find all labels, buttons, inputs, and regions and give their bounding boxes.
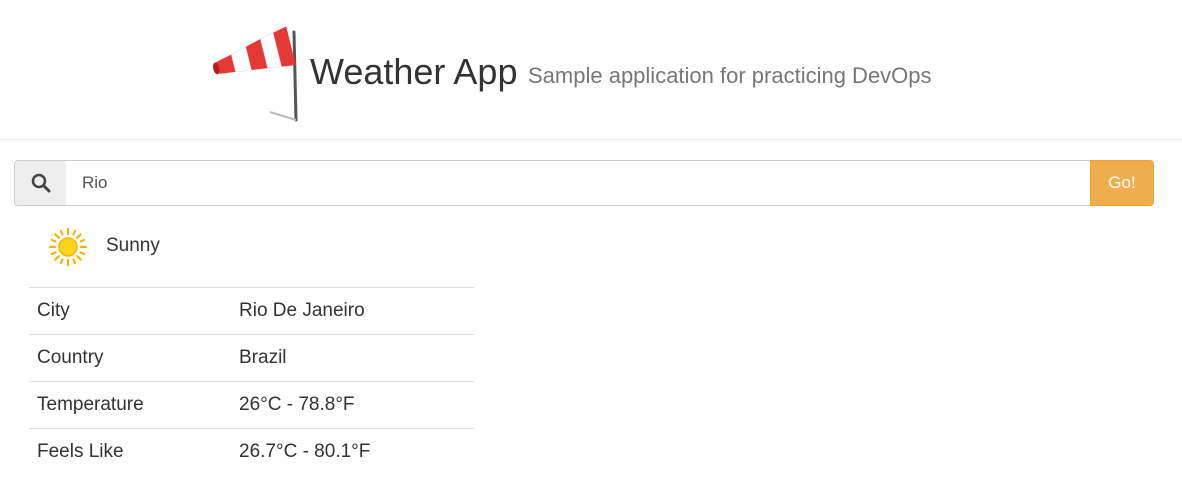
- table-row: City Rio De Janeiro: [29, 287, 474, 335]
- condition-label: Sunny: [106, 235, 160, 256]
- windsock-icon: [213, 26, 298, 122]
- page-header: Weather App Sample application for pract…: [0, 0, 1182, 140]
- go-button[interactable]: Go!: [1090, 160, 1154, 206]
- sun-icon: [48, 227, 88, 267]
- table-row: Country Brazil: [29, 334, 474, 382]
- row-label: City: [29, 287, 231, 335]
- search-icon: [31, 173, 51, 193]
- row-value: 26.7°C - 80.1°F: [231, 428, 474, 475]
- row-value: Brazil: [231, 334, 474, 382]
- app-title: Weather App: [310, 51, 518, 92]
- search-addon: [14, 160, 67, 206]
- row-label: Temperature: [29, 381, 231, 429]
- row-value: Rio De Janeiro: [231, 287, 474, 335]
- search-input[interactable]: [66, 160, 1107, 206]
- app-subtitle: Sample application for practicing DevOps: [528, 63, 932, 88]
- table-row: Temperature 26°C - 78.8°F: [29, 381, 474, 429]
- table-row: Feels Like 26.7°C - 80.1°F: [29, 428, 474, 475]
- row-label: Feels Like: [29, 428, 231, 475]
- row-label: Country: [29, 334, 231, 382]
- weather-table: City Rio De Janeiro Country Brazil Tempe…: [29, 287, 474, 475]
- row-value: 26°C - 78.8°F: [231, 381, 474, 429]
- search-bar: Go!: [14, 160, 1154, 206]
